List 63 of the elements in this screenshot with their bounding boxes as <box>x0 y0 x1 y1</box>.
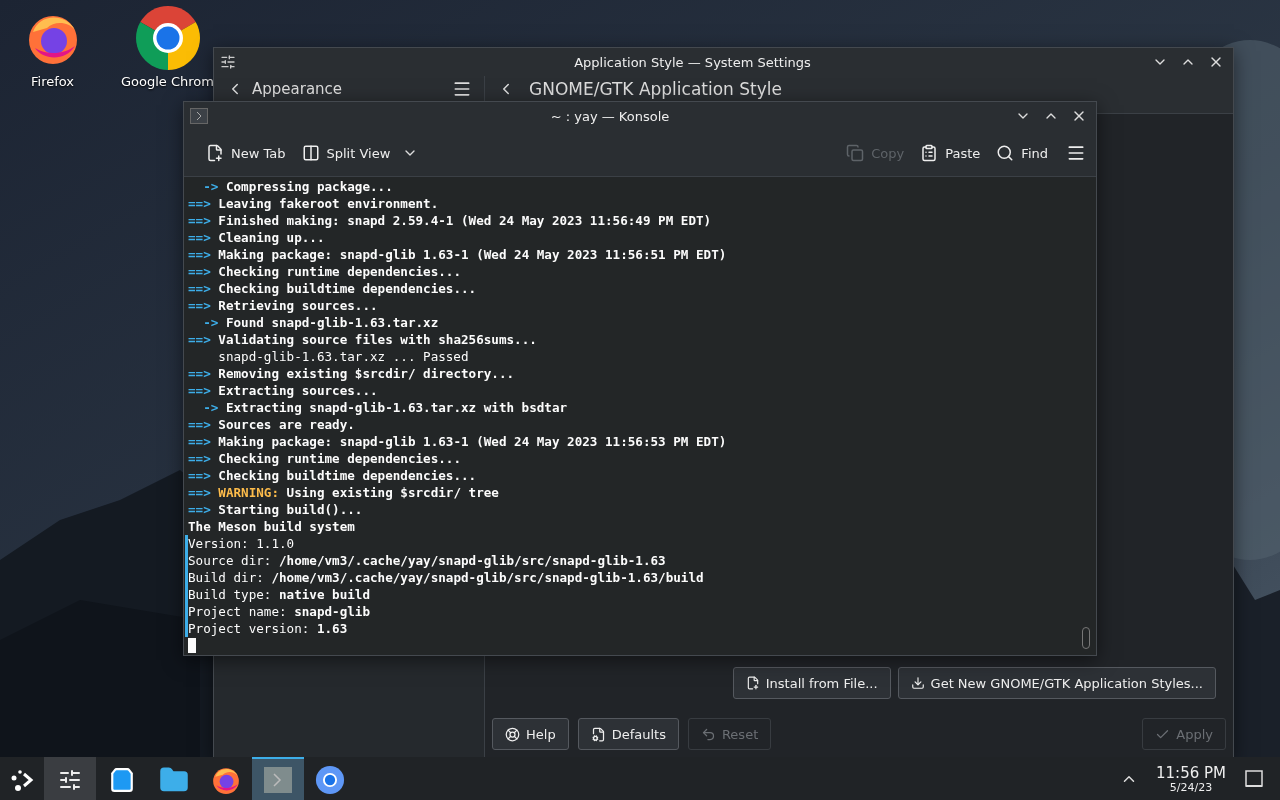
lifebuoy-icon <box>505 726 520 742</box>
terminal-line: ==> Finished making: snapd 2.59.4-1 (Wed 24 May 2023 11:56:49 PM EDT) <box>187 212 712 229</box>
terminal-line: Build type: native build <box>185 586 370 603</box>
terminal-line: ==> Retrieving sources... <box>187 297 378 314</box>
terminal-line: -> Extracting snapd-glib-1.63.tar.xz with bsdtar <box>202 399 568 416</box>
terminal-line: The Meson build system <box>187 518 355 535</box>
terminal-line: ==> Making package: snapd-glib 1.63-1 (Wed 24 May 2023 11:56:51 PM EDT) <box>187 246 727 263</box>
download-icon <box>910 676 925 690</box>
undo-icon <box>700 726 716 742</box>
window-title: Application Style — System Settings <box>573 54 812 70</box>
new-tab-icon <box>206 144 224 162</box>
desktop-icon-label[interactable]: Google Chrom <box>121 74 214 89</box>
clock-date: 5/24/23 <box>1169 782 1213 793</box>
get-new-button[interactable]: Get New GNOME/GTK Application Styles... <box>897 667 1216 699</box>
terminal-line: ==> Making package: snapd-glib 1.63-1 (Wed 24 May 2023 11:56:53 PM EDT) <box>187 433 727 450</box>
install-button[interactable]: Install from File... <box>732 667 891 699</box>
terminal-icon <box>263 765 293 794</box>
defaults-button[interactable]: Defaults <box>577 718 679 750</box>
window-title: ~ : yay — Konsole <box>549 108 671 124</box>
paste-icon <box>920 144 939 162</box>
sliders-icon <box>58 767 82 792</box>
menu-icon[interactable] <box>1066 143 1086 163</box>
chrome-icon[interactable] <box>135 6 200 70</box>
paste-button[interactable]: Paste <box>914 140 987 166</box>
help-button[interactable]: Help <box>492 718 569 750</box>
split-view-button[interactable]: Split View <box>295 140 397 166</box>
terminal-line: Project name: snapd-glib <box>185 603 370 620</box>
document-icon <box>590 726 606 742</box>
clock-time: 11:56 PM <box>1156 764 1226 782</box>
new-tab-button[interactable]: New Tab <box>200 140 292 166</box>
search-icon <box>996 144 1015 162</box>
terminal-line: ==> Extracting sources... <box>187 382 378 399</box>
page-title: GNOME/GTK Application Style <box>529 78 782 99</box>
terminal-line: ==> Checking buildtime dependencies... <box>187 467 477 484</box>
terminal-line: ==> Sources are ready. <box>187 416 355 433</box>
taskbar-app[interactable] <box>44 757 96 800</box>
find-button[interactable]: Find <box>990 140 1054 166</box>
chromium-icon <box>315 764 345 795</box>
split-view-icon <box>301 144 320 162</box>
terminal-line: ==> WARNING: Using existing $srcdir/ tree <box>187 484 499 501</box>
terminal-line: snapd-glib-1.63.tar.xz ... Passed <box>217 348 469 365</box>
terminal-line: ==> Checking buildtime dependencies... <box>187 280 477 297</box>
terminal-line: Source dir: /home/vm3/.cache/yay/snapd-glib/src/snapd-glib-1.63 <box>185 552 666 569</box>
settings-app-icon <box>220 54 236 70</box>
text-cursor <box>188 638 196 653</box>
sidebar-title: Appearance <box>252 79 344 98</box>
terminal-line: ==> Removing existing $srcdir/ directory... <box>187 365 515 382</box>
terminal-line: ==> Checking runtime dependencies... <box>187 450 461 467</box>
copy-icon <box>846 144 865 162</box>
terminal-line: Build dir: /home/vm3/.cache/yay/snapd-glib/src/snapd-glib-1.63/build <box>185 569 704 586</box>
terminal-line: ==> Leaving fakeroot environment. <box>187 195 439 212</box>
clock[interactable]: 11:56 PM 5/24/23 <box>1156 764 1226 793</box>
terminal-line: Version: 1.1.0 <box>185 535 295 552</box>
terminal-line: -> Compressing package... <box>202 178 393 195</box>
terminal-line: ==> Validating source files with sha256sums... <box>187 331 537 348</box>
terminal-line: ==> Checking runtime dependencies... <box>187 263 461 280</box>
terminal-app-icon <box>190 108 208 124</box>
terminal-line: ==> Cleaning up... <box>187 229 325 246</box>
file-icon <box>745 676 760 690</box>
terminal-line: -> Found snapd-glib-1.63.tar.xz <box>202 314 439 331</box>
show-desktop-icon[interactable] <box>1244 768 1264 789</box>
terminal-line: ==> Starting build()... <box>187 501 363 518</box>
desktop-icon-label[interactable]: Firefox <box>31 74 74 89</box>
